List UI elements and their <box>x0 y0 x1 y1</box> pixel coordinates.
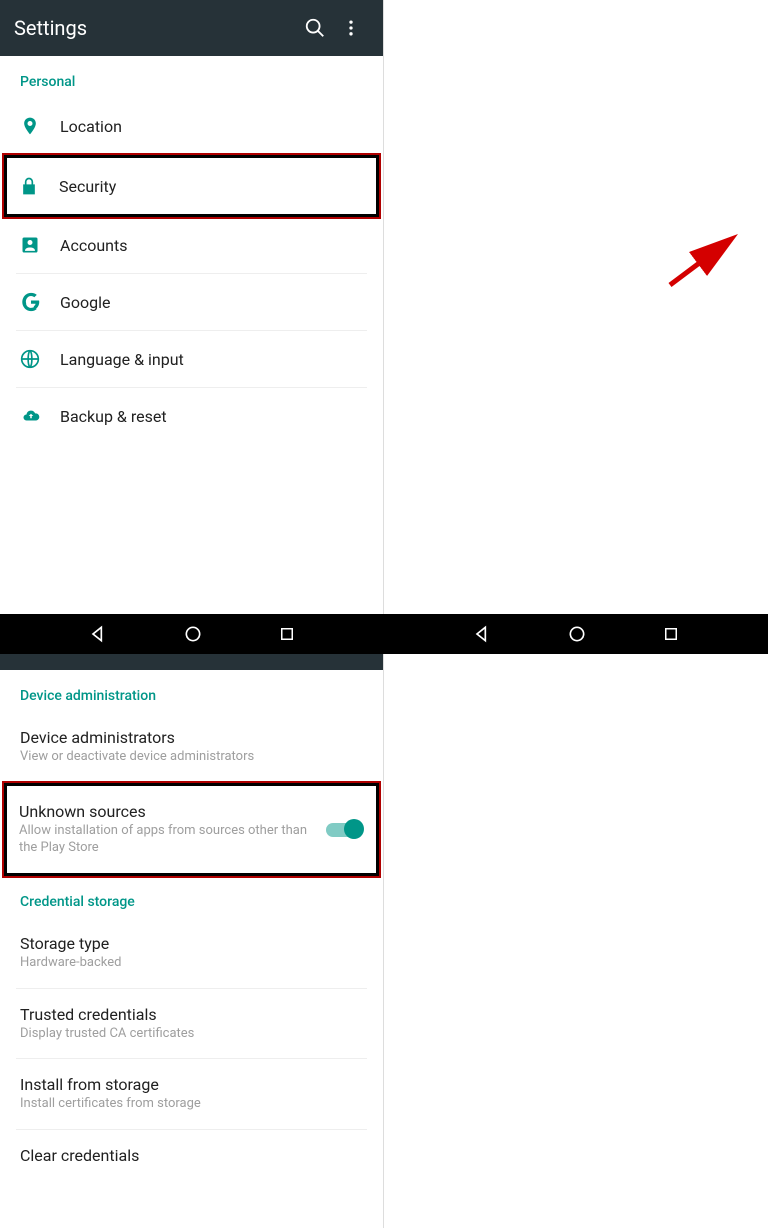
location-icon <box>20 114 60 138</box>
item-trusted-creds[interactable]: Trusted credentials Display trusted CA c… <box>16 989 367 1060</box>
nav-back-icon[interactable] <box>472 624 492 644</box>
person-icon <box>20 233 60 257</box>
settings-toolbar: Settings <box>0 0 383 56</box>
settings-item-backup[interactable]: Backup & reset <box>16 388 367 444</box>
security-pane: Security Device administration Device ad… <box>0 614 384 1228</box>
nav-home-icon[interactable] <box>567 624 587 644</box>
highlight-security: Security <box>4 155 379 217</box>
item-clear-creds[interactable]: Clear credentials <box>16 1130 367 1181</box>
search-icon[interactable] <box>297 10 333 46</box>
section-credential-storage: Credential storage <box>16 876 367 918</box>
nav-home-icon[interactable] <box>183 624 203 644</box>
item-label: Google <box>60 293 363 312</box>
section-personal: Personal <box>16 56 367 98</box>
lock-icon <box>19 174 59 198</box>
item-storage-type[interactable]: Storage type Hardware-backed <box>16 918 367 989</box>
nav-bar-right <box>384 614 768 654</box>
item-label: Language & input <box>60 350 363 369</box>
item-primary: Clear credentials <box>20 1146 363 1165</box>
google-icon <box>20 290 60 314</box>
item-primary: Install from storage <box>20 1075 363 1094</box>
item-secondary: Hardware-backed <box>20 955 363 972</box>
settings-item-location[interactable]: Location <box>16 98 367 155</box>
item-label: Security <box>59 177 364 196</box>
nav-bars <box>0 614 768 654</box>
item-label: Backup & reset <box>60 407 363 426</box>
item-label: Location <box>60 117 363 136</box>
section-device-admin: Device administration <box>16 670 367 712</box>
item-device-admins[interactable]: Device administrators View or deactivate… <box>16 712 367 783</box>
settings-pane: Settings Personal Location <box>0 0 384 614</box>
settings-title: Settings <box>14 16 87 40</box>
settings-item-google[interactable]: Google <box>16 274 367 331</box>
item-primary: Storage type <box>20 934 363 953</box>
cloud-icon <box>20 404 60 428</box>
item-primary: Unknown sources <box>19 802 326 821</box>
item-secondary: Allow installation of apps from sources … <box>19 823 326 857</box>
nav-recent-icon[interactable] <box>278 625 296 643</box>
globe-icon <box>20 347 60 371</box>
item-secondary: Install certificates from storage <box>20 1096 363 1113</box>
item-primary: Device administrators <box>20 728 363 747</box>
nav-back-icon[interactable] <box>88 624 108 644</box>
settings-item-language[interactable]: Language & input <box>16 331 367 388</box>
nav-recent-icon[interactable] <box>662 625 680 643</box>
item-label: Accounts <box>60 236 363 255</box>
settings-item-accounts[interactable]: Accounts <box>16 217 367 274</box>
item-unknown-sources[interactable]: Unknown sources Allow installation of ap… <box>15 786 368 873</box>
nav-bar-left <box>0 614 384 654</box>
item-install-storage[interactable]: Install from storage Install certificate… <box>16 1059 367 1130</box>
more-icon[interactable] <box>333 10 369 46</box>
item-secondary: Display trusted CA certificates <box>20 1026 363 1043</box>
highlight-unknown-sources: Unknown sources Allow installation of ap… <box>4 783 379 876</box>
item-secondary: View or deactivate device administrators <box>20 749 363 766</box>
annotation-arrow-icon <box>660 230 750 290</box>
security-list: Device administration Device administrat… <box>0 670 383 1228</box>
settings-item-security[interactable]: Security <box>15 158 368 214</box>
unknown-sources-toggle[interactable] <box>326 819 364 839</box>
item-primary: Trusted credentials <box>20 1005 363 1024</box>
settings-list: Personal Location Security <box>0 56 383 614</box>
